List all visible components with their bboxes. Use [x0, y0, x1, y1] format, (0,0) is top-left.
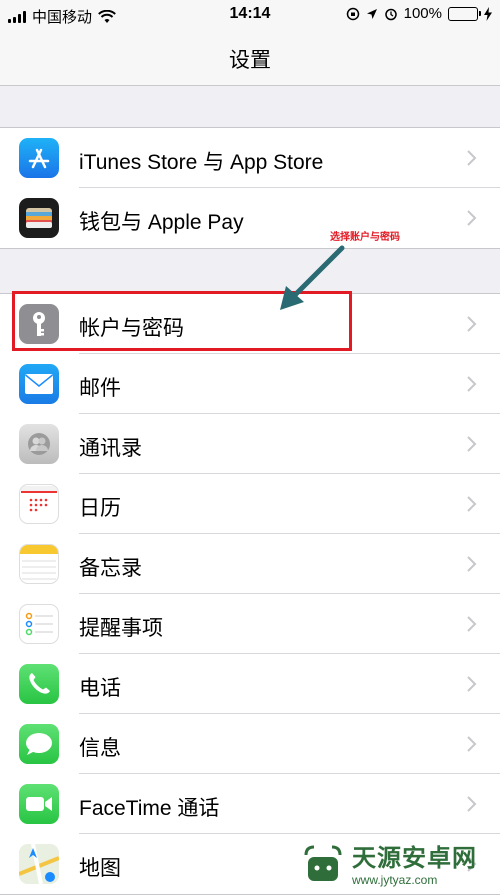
- chevron-right-icon: [467, 676, 477, 692]
- row-facetime[interactable]: FaceTime 通话: [0, 774, 500, 834]
- chevron-right-icon: [467, 436, 477, 452]
- chevron-right-icon: [467, 736, 477, 752]
- row-label: iTunes Store 与 App Store: [79, 151, 324, 174]
- chevron-right-icon: [467, 496, 477, 512]
- row-label: 日历: [79, 497, 121, 520]
- row-phone[interactable]: 电话: [0, 654, 500, 714]
- reminders-icon: [19, 604, 59, 644]
- row-label: 备忘录: [79, 557, 142, 580]
- chevron-right-icon: [467, 316, 477, 332]
- row-calendar[interactable]: 日历: [0, 474, 500, 534]
- watermark: 天源安卓网 www.jytyaz.com: [300, 838, 477, 887]
- facetime-icon: [19, 784, 59, 824]
- notes-icon: [19, 544, 59, 584]
- watermark-url: www.jytyaz.com: [352, 873, 438, 887]
- status-right: 100%: [346, 5, 492, 22]
- battery-percent: 100%: [403, 5, 442, 22]
- rotation-lock-icon: [346, 7, 359, 20]
- location-icon: [366, 8, 377, 19]
- chevron-right-icon: [467, 150, 477, 166]
- maps-icon: [19, 844, 59, 884]
- row-label: 电话: [79, 677, 121, 700]
- watermark-logo-icon: [304, 845, 342, 881]
- phone-icon: [19, 664, 59, 704]
- status-bar: 中国移动 14:14 100%: [0, 0, 500, 30]
- row-label: 通讯录: [79, 437, 142, 460]
- row-reminders[interactable]: 提醒事项: [0, 594, 500, 654]
- row-label: 钱包与 Apple Pay: [79, 211, 244, 234]
- chevron-right-icon: [467, 556, 477, 572]
- wallet-icon: [19, 198, 59, 238]
- watermark-title: 天源安卓网: [352, 845, 477, 872]
- contacts-icon: [19, 424, 59, 464]
- row-contacts[interactable]: 通讯录: [0, 414, 500, 474]
- battery-icon: [448, 6, 481, 21]
- row-label: 提醒事项: [79, 617, 163, 640]
- chevron-right-icon: [467, 796, 477, 812]
- row-wallet-apple-pay[interactable]: 钱包与 Apple Pay: [0, 188, 500, 248]
- app-store-icon: [19, 138, 59, 178]
- calendar-icon: [19, 484, 59, 524]
- chevron-right-icon: [467, 376, 477, 392]
- row-label: FaceTime 通话: [79, 797, 220, 820]
- charging-icon: [484, 6, 492, 21]
- settings-group-store: iTunes Store 与 App Store 钱包与 Apple Pay: [0, 127, 500, 249]
- mail-icon: [19, 364, 59, 404]
- chevron-right-icon: [467, 210, 477, 226]
- row-mail[interactable]: 邮件: [0, 354, 500, 414]
- messages-icon: [19, 724, 59, 764]
- row-notes[interactable]: 备忘录: [0, 534, 500, 594]
- chevron-right-icon: [467, 616, 477, 632]
- row-label: 地图: [79, 857, 121, 880]
- navigation-bar: 设置: [0, 30, 500, 86]
- settings-group-apps: 帐户与密码 邮件 通讯录 日历 备忘录 提醒事项 电话 信息 FaceTime …: [0, 293, 500, 895]
- row-itunes-app-store[interactable]: iTunes Store 与 App Store: [0, 128, 500, 188]
- annotation-arrow-icon: [280, 245, 345, 310]
- row-label: 邮件: [79, 377, 121, 400]
- page-title: 设置: [229, 49, 271, 72]
- row-label: 信息: [79, 737, 121, 760]
- row-messages[interactable]: 信息: [0, 714, 500, 774]
- alarm-icon: [384, 8, 397, 20]
